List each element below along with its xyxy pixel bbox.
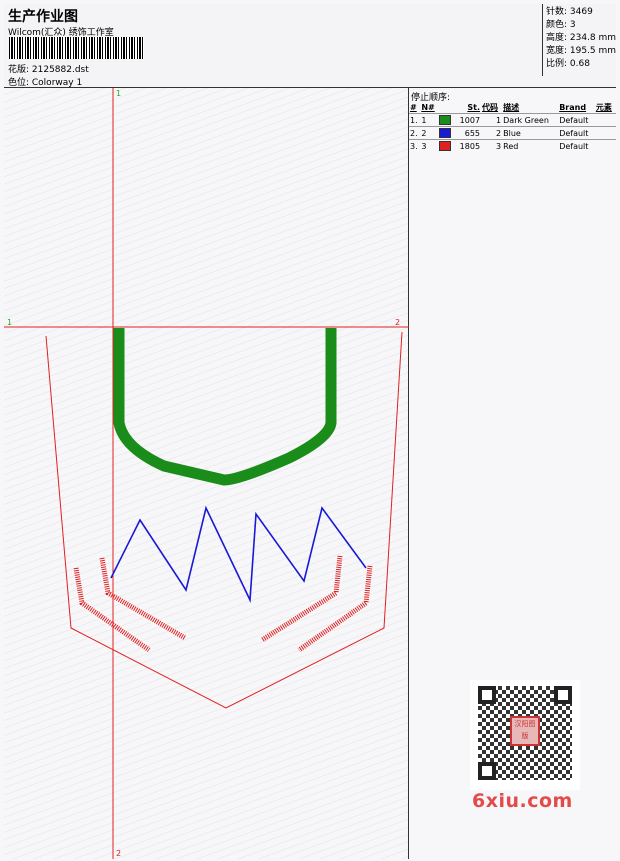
qr-finder-bottom-left bbox=[478, 762, 496, 780]
qr-code: 汉阳图版 bbox=[470, 680, 580, 790]
qr-center-logo: 汉阳图版 bbox=[510, 716, 540, 746]
row-n: 1 bbox=[420, 113, 439, 127]
row-desc: Red bbox=[502, 139, 559, 152]
row-stitches: 655 bbox=[454, 126, 482, 140]
green-u-stitch bbox=[113, 328, 337, 486]
col-header-st: St. bbox=[467, 102, 481, 112]
pocket-outline bbox=[45, 331, 403, 709]
color-swatch bbox=[439, 128, 452, 138]
qr-finder-top-left bbox=[478, 686, 496, 704]
row-num: 2. bbox=[409, 126, 421, 140]
guide-label-h-right: 2 bbox=[395, 318, 400, 327]
stat-width: 宽度: 195.5 mm bbox=[546, 46, 617, 56]
row-brand: Default bbox=[558, 139, 595, 152]
row-code: 3 bbox=[481, 139, 503, 152]
row-brand: Default bbox=[558, 113, 595, 127]
col-header-num: # bbox=[410, 102, 417, 112]
watermark-text: 6xiu.com bbox=[472, 790, 573, 812]
guide-label-v-top: 1 bbox=[116, 89, 121, 98]
guide-label-h-left: 1 bbox=[7, 318, 12, 327]
stat-stitches: 针数: 3469 bbox=[546, 7, 593, 17]
row-desc: Dark Green bbox=[502, 113, 559, 127]
blue-zigzag-stitch bbox=[110, 505, 367, 604]
table-row: 1. 1 1007 1 Dark Green Default bbox=[409, 113, 616, 127]
col-header-desc: 描述 bbox=[503, 102, 520, 112]
red-chevron-left bbox=[73, 557, 187, 653]
barcode bbox=[9, 37, 144, 59]
row-num: 3. bbox=[409, 139, 421, 152]
table-row: 3. 3 1805 3 Red Default bbox=[409, 139, 616, 152]
row-stitches: 1007 bbox=[454, 113, 482, 127]
color-swatch bbox=[439, 115, 452, 125]
col-header-n: N# bbox=[421, 102, 435, 112]
col-header-code: 代码 bbox=[482, 102, 499, 112]
header: 生产作业图 Wilcom(汇众) 绣饰工作室 花版: 2125882.dst 色… bbox=[4, 4, 616, 88]
design-canvas: 1 2 1 2 bbox=[4, 88, 409, 859]
guide-label-v-bottom: 2 bbox=[116, 849, 121, 858]
row-code: 2 bbox=[481, 126, 503, 140]
row-brand: Default bbox=[558, 126, 595, 140]
table-row: 2. 2 655 2 Blue Default bbox=[409, 126, 616, 140]
page-title: 生产作业图 bbox=[8, 9, 78, 25]
red-chevron-right bbox=[260, 555, 373, 653]
color-table: # N# St. 代码 描述 Brand 元素 1. 1 1007 1 Dark… bbox=[409, 101, 616, 152]
row-desc: Blue bbox=[502, 126, 559, 140]
stat-colors: 颜色: 3 bbox=[546, 20, 576, 30]
stat-scale: 比例: 0.68 bbox=[546, 59, 590, 69]
qr-finder-top-right bbox=[554, 686, 572, 704]
stats-box: 针数: 3469 颜色: 3 高度: 234.8 mm 宽度: 195.5 mm… bbox=[542, 4, 616, 76]
stat-height: 高度: 234.8 mm bbox=[546, 33, 617, 43]
row-n: 3 bbox=[420, 139, 439, 152]
row-n: 2 bbox=[420, 126, 439, 140]
col-header-element: 元素 bbox=[595, 102, 612, 112]
color-swatch bbox=[439, 141, 452, 151]
col-header-brand: Brand bbox=[559, 102, 587, 112]
color-table-header: # N# St. 代码 描述 Brand 元素 bbox=[409, 101, 616, 114]
row-code: 1 bbox=[481, 113, 503, 127]
row-num: 1. bbox=[409, 113, 421, 127]
design-file-label: 花版: 2125882.dst bbox=[8, 65, 89, 75]
embroidery-preview: 1 2 1 2 bbox=[4, 88, 409, 859]
colorway-label: 色位: Colorway 1 bbox=[8, 78, 83, 88]
row-stitches: 1805 bbox=[454, 139, 482, 152]
